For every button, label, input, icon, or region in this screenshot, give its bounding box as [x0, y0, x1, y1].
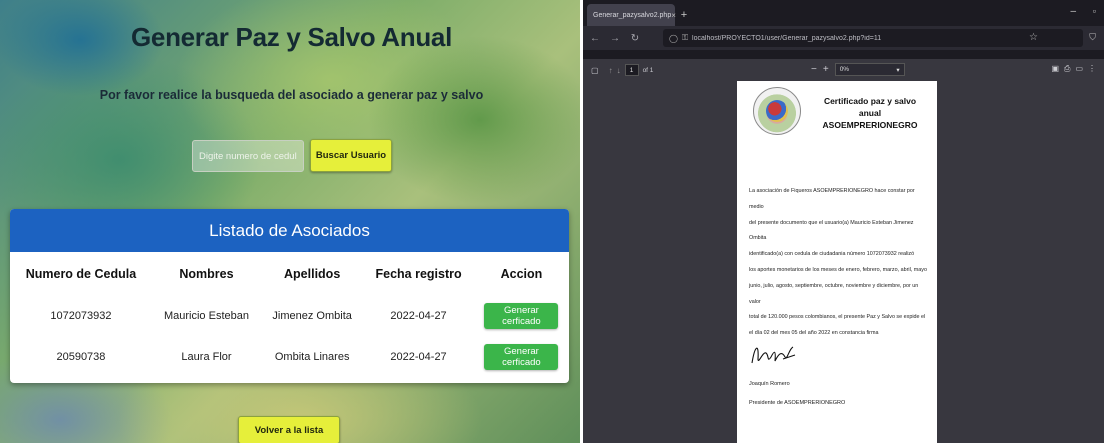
- pdf-toolbar: ▢ ↑ ↓ 1 of 1 − + 0% ▾ ▣ ⎙ ▭ ⋮: [583, 59, 1104, 81]
- certificate-title: Certificado paz y salvo anual ASOEMPRERI…: [815, 95, 925, 131]
- column-header-nombres: Nombres: [179, 266, 234, 281]
- body-line: total de 120.000 pesos colombianos, el p…: [749, 314, 926, 321]
- cell-apellidos: Jimenez Ombita: [272, 309, 352, 322]
- zoom-out-button[interactable]: −: [811, 64, 817, 75]
- back-arrow-icon[interactable]: ←: [589, 33, 601, 44]
- table-header-row: Numero de Cedula Nombres Apellidos Fecha…: [10, 252, 569, 295]
- body-line: junio, julio, agosto, septiembre, octubr…: [749, 282, 919, 305]
- reload-icon[interactable]: ↻: [629, 33, 641, 44]
- address-bar[interactable]: ◯ ⚿ localhost/PROYECTO1/user/Generar_paz…: [663, 29, 1083, 47]
- tab-strip: Generar_pazysalvo2.php × +: [583, 0, 1104, 26]
- table-row: 20590738 Laura Flor Ombita Linares 2022-…: [10, 336, 569, 377]
- cell-nombres: Mauricio Esteban: [163, 309, 249, 322]
- zoom-controls: − + 0% ▾: [811, 63, 905, 76]
- more-tools-icon[interactable]: ⋮: [1088, 64, 1096, 74]
- shield-icon: ◯: [669, 33, 678, 43]
- signer-role: Presidente de ASOEMPRERIONEGRO: [749, 400, 846, 406]
- generate-certificate-button[interactable]: Generar cerficado: [484, 302, 559, 329]
- search-user-button[interactable]: Buscar Usuario: [310, 139, 392, 172]
- associates-table: Numero de Cedula Nombres Apellidos Fecha…: [10, 252, 569, 377]
- cedula-search-input[interactable]: [192, 140, 304, 172]
- cell-cedula: 20590738: [56, 350, 106, 363]
- pdf-tools: ▣ ⎙ ▭ ⋮: [1051, 64, 1096, 74]
- pdf-page: Certificado paz y salvo anual ASOEMPRERI…: [737, 81, 937, 443]
- page-total: of 1: [642, 66, 654, 74]
- previous-page-icon[interactable]: ↑: [609, 66, 613, 75]
- signer-name: Joaquín Romero: [749, 381, 790, 387]
- page-navigation: ↑ ↓ 1 of 1: [609, 64, 654, 76]
- sidebar-toggle-icon[interactable]: ▢: [591, 66, 599, 75]
- pocket-icon[interactable]: ⛉: [1089, 32, 1096, 43]
- certificate-body: La asociación de Fiqueros ASOEMPRERIONEG…: [749, 184, 929, 342]
- column-header-accion: Accion: [500, 266, 543, 281]
- browser-tab[interactable]: Generar_pazysalvo2.php ×: [587, 4, 676, 26]
- column-header-apellidos: Apellidos: [284, 266, 341, 281]
- zoom-value: 0%: [839, 66, 850, 73]
- cell-fecha: 2022-04-27: [390, 309, 447, 322]
- table-row: 1072073932 Mauricio Esteban Jimenez Ombi…: [10, 295, 569, 336]
- page-number-input[interactable]: 1: [624, 64, 639, 76]
- zoom-in-button[interactable]: +: [823, 64, 829, 75]
- lock-icon: ⚿: [681, 33, 689, 42]
- screenshot-root: Generar Paz y Salvo Anual Por favor real…: [0, 0, 1104, 443]
- column-header-cedula: Numero de Cedula: [25, 266, 137, 281]
- body-line: La asociación de Fiqueros ASOEMPRERIONEG…: [749, 188, 915, 210]
- handwritten-signature: [751, 346, 796, 364]
- maximize-icon[interactable]: ▫: [1093, 6, 1096, 16]
- body-line: del presente documento que el usuario(a)…: [749, 219, 914, 242]
- certificate-title-line2: ASOEMPRERIONEGRO: [822, 120, 918, 130]
- page-title: Generar Paz y Salvo Anual: [130, 22, 452, 52]
- new-tab-icon[interactable]: +: [675, 4, 693, 26]
- cell-accion: Generar cerficado: [474, 295, 569, 336]
- bookmark-star-icon[interactable]: ☆: [1029, 32, 1038, 43]
- forward-arrow-icon[interactable]: →: [609, 33, 621, 44]
- cell-apellidos: Ombita Linares: [274, 350, 350, 363]
- tab-title: Generar_pazysalvo2.php: [593, 11, 672, 19]
- column-header-fecha: Fecha registro: [375, 266, 462, 281]
- url-text: localhost/PROYECTO1/user/Generar_pazysal…: [692, 34, 882, 42]
- certificate-title-line1: Certificado paz y salvo anual: [823, 96, 917, 118]
- cell-cedula: 1072073932: [50, 309, 112, 322]
- back-to-list-button[interactable]: Volver a la lista: [238, 416, 340, 443]
- body-line: identificado(a) con cedula de ciudadania…: [749, 251, 915, 258]
- seal-emblem: [766, 100, 788, 122]
- next-page-icon[interactable]: ↓: [617, 66, 621, 75]
- body-line: los aportes monetarios de los meses de e…: [749, 266, 927, 273]
- cell-fecha: 2022-04-27: [390, 350, 447, 363]
- associates-card: Listado de Asociados Numero de Cedula No…: [10, 209, 569, 383]
- organization-seal-logo: [753, 87, 801, 135]
- zoom-select[interactable]: 0% ▾: [834, 63, 905, 76]
- app-panel: Generar Paz y Salvo Anual Por favor real…: [0, 0, 583, 443]
- presentation-icon[interactable]: ▣: [1051, 64, 1059, 74]
- page-subtitle: Por favor realice la busqueda del asocia…: [99, 88, 484, 102]
- save-icon[interactable]: ▭: [1075, 64, 1083, 74]
- minimize-icon[interactable]: –: [1070, 6, 1076, 17]
- cell-nombres: Laura Flor: [181, 350, 232, 363]
- cell-accion: Generar cerficado: [474, 336, 569, 377]
- chevron-down-icon: ▾: [896, 66, 900, 74]
- associates-list-title: Listado de Asociados: [10, 209, 569, 252]
- print-icon[interactable]: ⎙: [1064, 64, 1070, 74]
- generate-certificate-button[interactable]: Generar cerficado: [484, 343, 559, 370]
